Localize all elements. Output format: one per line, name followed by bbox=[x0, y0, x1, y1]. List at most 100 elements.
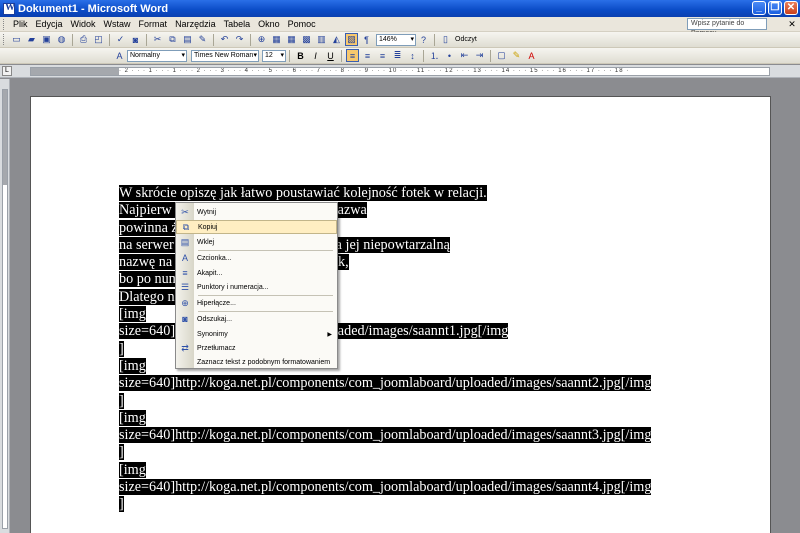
horizontal-ruler[interactable]: L · 2 · · · 1 · · · 1 · · · 2 · · · 3 · … bbox=[0, 65, 800, 78]
selected-text[interactable]: ] bbox=[119, 340, 124, 357]
document-line[interactable]: ] bbox=[119, 496, 679, 513]
print-preview-icon[interactable]: ◰ bbox=[92, 33, 105, 46]
selected-text[interactable]: ] bbox=[119, 496, 124, 513]
spelling-icon[interactable]: ✓ bbox=[114, 33, 127, 46]
research-icon[interactable]: ◙ bbox=[129, 33, 142, 46]
insert-excel-icon[interactable]: ▩ bbox=[300, 33, 313, 46]
document-line[interactable]: [img bbox=[119, 409, 679, 427]
menu-item-paragraph[interactable]: ≡ Akapit... bbox=[176, 266, 337, 280]
document-map-icon[interactable]: ▧ bbox=[345, 33, 358, 46]
copy-icon[interactable]: ⧉ bbox=[166, 33, 179, 46]
read-mode-button[interactable]: Odczyt bbox=[455, 36, 477, 43]
tables-borders-icon[interactable]: ▦ bbox=[270, 33, 283, 46]
selected-text[interactable]: size=640]http://koga.net.pl/components/c… bbox=[119, 427, 652, 444]
selected-text[interactable]: [img bbox=[119, 409, 146, 426]
borders-icon[interactable]: ▢ bbox=[495, 49, 508, 62]
close-button[interactable]: ✕ bbox=[784, 1, 798, 15]
insert-table-icon[interactable]: ▦ bbox=[285, 33, 298, 46]
menu-table[interactable]: Tabela bbox=[220, 19, 255, 29]
menu-item-paste[interactable]: ▤ Wklej bbox=[176, 235, 337, 249]
increase-indent-icon[interactable]: ⇥ bbox=[473, 49, 486, 62]
align-left-icon[interactable]: ≡ bbox=[346, 49, 359, 62]
selected-text[interactable]: ] bbox=[119, 444, 124, 461]
line-spacing-icon[interactable]: ↕ bbox=[406, 49, 419, 62]
hyperlink-icon[interactable]: ⊕ bbox=[255, 33, 268, 46]
selected-text[interactable]: size=640]http://koga.net.pl/components/c… bbox=[119, 479, 652, 496]
bold-icon[interactable]: B bbox=[294, 49, 307, 62]
document-area: W skrócie opiszę jak łatwo poustawiać ko… bbox=[10, 79, 800, 533]
menu-item-copy[interactable]: ⧉ Kopiuj bbox=[176, 220, 337, 234]
read-mode-icon[interactable]: ▯ bbox=[439, 33, 452, 46]
style-select[interactable]: Normalny bbox=[127, 49, 187, 62]
menu-grip[interactable] bbox=[3, 18, 6, 30]
selected-text[interactable]: W skrócie opiszę jak łatwo poustawiać ko… bbox=[119, 185, 487, 201]
restore-button[interactable]: ❐ bbox=[768, 1, 782, 15]
menu-view[interactable]: Widok bbox=[67, 19, 100, 29]
menu-item-translate[interactable]: ⇄ Przetłumacz bbox=[176, 341, 337, 355]
document-line[interactable]: size=640]http://koga.net.pl/components/c… bbox=[119, 479, 679, 496]
selected-text[interactable]: ] bbox=[119, 392, 124, 409]
document-line[interactable]: W skrócie opiszę jak łatwo poustawiać ko… bbox=[119, 185, 679, 202]
document-line[interactable]: ] bbox=[119, 392, 679, 410]
selected-text[interactable]: size=640]http://koga.net.pl/components/c… bbox=[119, 375, 652, 392]
decrease-indent-icon[interactable]: ⇤ bbox=[458, 49, 471, 62]
format-painter-icon[interactable]: ✎ bbox=[196, 33, 209, 46]
print-icon[interactable]: ⎙ bbox=[77, 33, 90, 46]
toolbar-grip[interactable] bbox=[3, 34, 6, 45]
tab-selector-icon[interactable]: L bbox=[2, 66, 12, 76]
menu-window[interactable]: Okno bbox=[254, 19, 284, 29]
new-document-icon[interactable]: ▭ bbox=[10, 33, 23, 46]
align-right-icon[interactable]: ≡ bbox=[376, 49, 389, 62]
columns-icon[interactable]: ▥ bbox=[315, 33, 328, 46]
menu-tools[interactable]: Narzędzia bbox=[171, 19, 220, 29]
font-select[interactable]: Times New Roman bbox=[191, 49, 259, 62]
cut-icon[interactable]: ✂ bbox=[151, 33, 164, 46]
menu-item-synonyms[interactable]: Synonimy ▶ bbox=[176, 327, 337, 341]
show-hide-icon[interactable]: ¶ bbox=[360, 33, 373, 46]
selected-text[interactable]: [img bbox=[119, 306, 146, 323]
justify-icon[interactable]: ≣ bbox=[391, 49, 404, 62]
menu-item-bullets[interactable]: ☰ Punktory i numeracja... bbox=[176, 280, 337, 294]
drawing-icon[interactable]: ◭ bbox=[330, 33, 343, 46]
document-line[interactable]: [img bbox=[119, 461, 679, 479]
document-close-icon[interactable]: ✕ bbox=[787, 19, 797, 29]
font-color-icon[interactable]: A bbox=[525, 49, 538, 62]
document-line[interactable]: ] bbox=[119, 444, 679, 461]
save-icon[interactable]: ▣ bbox=[40, 33, 53, 46]
minimize-button[interactable]: _ bbox=[752, 1, 766, 15]
document-page[interactable]: W skrócie opiszę jak łatwo poustawiać ko… bbox=[30, 96, 771, 533]
menu-help[interactable]: Pomoc bbox=[284, 19, 320, 29]
menu-format[interactable]: Format bbox=[135, 19, 172, 29]
selected-text[interactable]: [img bbox=[119, 357, 146, 374]
help-icon[interactable]: ? bbox=[417, 33, 430, 46]
menu-item-font[interactable]: A Czcionka... bbox=[176, 251, 337, 265]
menu-item-select-similar[interactable]: Zaznacz tekst z podobnym formatowaniem bbox=[176, 355, 337, 369]
menu-item-research[interactable]: ◙ Odszukaj... bbox=[176, 312, 337, 326]
undo-icon[interactable]: ↶ bbox=[218, 33, 231, 46]
document-line[interactable]: size=640]http://koga.net.pl/components/c… bbox=[119, 427, 679, 444]
permission-icon[interactable]: ◍ bbox=[55, 33, 68, 46]
menu-item-cut[interactable]: ✂ Wytnij bbox=[176, 205, 337, 219]
menu-item-hyperlink[interactable]: ⊕ Hiperłącze... bbox=[176, 296, 337, 310]
selected-text[interactable]: [img bbox=[119, 461, 146, 478]
align-center-icon[interactable]: ≡ bbox=[361, 49, 374, 62]
menu-insert[interactable]: Wstaw bbox=[100, 19, 135, 29]
menu-file[interactable]: Plik bbox=[9, 19, 32, 29]
document-line[interactable]: size=640]http://koga.net.pl/components/c… bbox=[119, 375, 679, 392]
redo-icon[interactable]: ↷ bbox=[233, 33, 246, 46]
italic-icon[interactable]: I bbox=[309, 49, 322, 62]
ask-question-input[interactable]: Wpisz pytanie do Pomocy bbox=[687, 18, 767, 37]
zoom-select[interactable]: 146% bbox=[376, 33, 416, 46]
styles-icon[interactable]: A bbox=[113, 49, 126, 62]
formatting-toolbar: A Normalny Times New Roman 12 B I U ≡ ≡ … bbox=[0, 48, 800, 64]
menu-edit[interactable]: Edycja bbox=[32, 19, 67, 29]
bullets-icon[interactable]: • bbox=[443, 49, 456, 62]
vertical-ruler[interactable] bbox=[0, 79, 10, 533]
open-folder-icon[interactable]: ▰ bbox=[25, 33, 38, 46]
underline-icon[interactable]: U bbox=[324, 49, 337, 62]
paste-icon[interactable]: ▤ bbox=[181, 33, 194, 46]
word-app-icon[interactable] bbox=[3, 2, 15, 15]
font-size-select[interactable]: 12 bbox=[262, 49, 286, 62]
highlight-icon[interactable]: ✎ bbox=[510, 49, 523, 62]
numbering-icon[interactable]: ⒈ bbox=[428, 49, 441, 62]
